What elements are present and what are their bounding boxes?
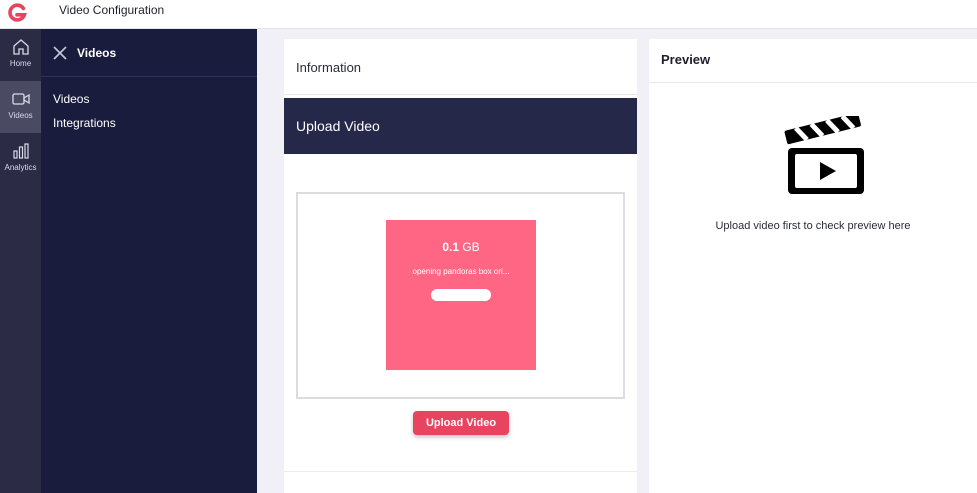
file-size-unit: GB bbox=[462, 240, 480, 254]
icon-rail: Home Videos Analytics bbox=[0, 29, 41, 493]
rail-item-label: Home bbox=[9, 59, 32, 68]
preview-panel: Preview Upload video first to check prev… bbox=[649, 39, 977, 493]
page-title: Video Configuration bbox=[59, 3, 165, 17]
sub-navigation: Videos Videos Integrations bbox=[41, 29, 257, 493]
file-size: 0.1 GB bbox=[386, 240, 536, 254]
upload-progress-bar bbox=[431, 289, 491, 301]
rail-item-label: Videos bbox=[8, 111, 33, 120]
uploaded-file-card: 0.1 GB opening pandoras box ori... bbox=[386, 220, 536, 370]
rail-item-home[interactable]: Home bbox=[0, 29, 41, 81]
top-bar: Video Configuration bbox=[0, 0, 977, 29]
video-camera-icon bbox=[11, 93, 30, 105]
close-icon[interactable] bbox=[53, 46, 67, 60]
clapperboard-icon bbox=[784, 116, 864, 194]
sub-navigation-header: Videos bbox=[41, 29, 257, 77]
step-information-label: Information bbox=[296, 60, 362, 75]
upload-progress-fill bbox=[431, 289, 491, 301]
divider bbox=[284, 471, 637, 472]
rail-item-label: Analytics bbox=[4, 163, 37, 172]
rail-item-videos[interactable]: Videos bbox=[0, 81, 41, 133]
file-name: opening pandoras box ori... bbox=[412, 267, 510, 276]
step-upload-video-label: Upload Video bbox=[296, 118, 380, 134]
subnav-link-videos[interactable]: Videos bbox=[53, 92, 89, 106]
upload-dropzone[interactable]: 0.1 GB opening pandoras box ori... bbox=[296, 192, 625, 399]
preview-message: Upload video first to check preview here bbox=[715, 220, 911, 232]
bar-chart-icon bbox=[12, 143, 29, 159]
file-size-value: 0.1 bbox=[442, 240, 459, 254]
sub-navigation-title: Videos bbox=[77, 46, 117, 60]
step-upload-video[interactable]: Upload Video bbox=[284, 98, 637, 154]
step-information[interactable]: Information bbox=[284, 39, 637, 95]
home-icon bbox=[12, 39, 29, 55]
app-logo[interactable] bbox=[6, 2, 28, 24]
upload-video-button[interactable]: Upload Video bbox=[413, 411, 509, 435]
preview-header: Preview bbox=[649, 39, 977, 83]
subnav-link-integrations[interactable]: Integrations bbox=[53, 116, 116, 130]
configuration-panel: Information Upload Video 0.1 GB opening … bbox=[284, 39, 637, 493]
preview-title: Preview bbox=[661, 52, 711, 67]
rail-item-analytics[interactable]: Analytics bbox=[0, 133, 41, 185]
